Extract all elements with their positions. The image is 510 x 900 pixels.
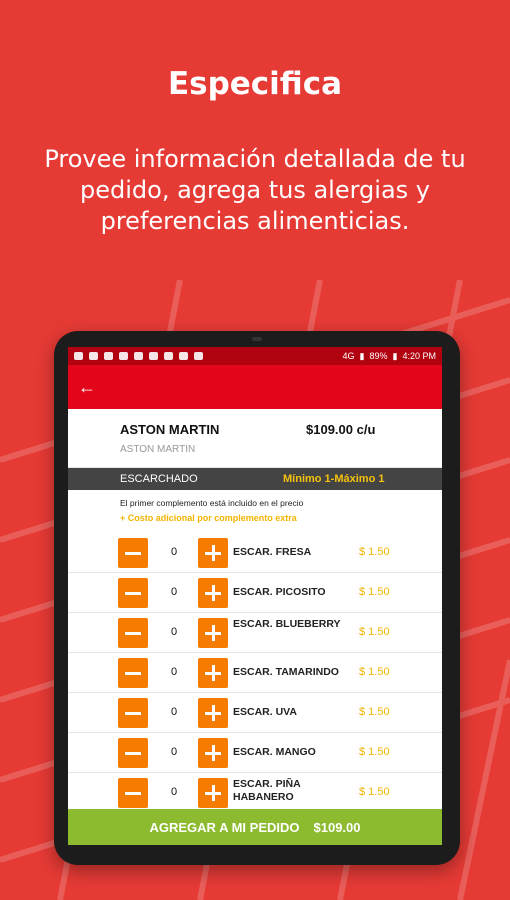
section-limits: Mínimo 1-Máximo 1 xyxy=(283,473,385,485)
item-price: $ 1.50 xyxy=(359,786,390,798)
notification-icon xyxy=(104,352,113,360)
add-to-order-label: AGREGAR A MI PEDIDO xyxy=(149,819,300,835)
increase-button[interactable] xyxy=(198,778,228,808)
item-name: ESCAR. BLUEBERRY xyxy=(233,618,341,630)
battery-icon: ▮ xyxy=(392,350,398,361)
plus-icon-vertical xyxy=(211,665,215,681)
minus-icon xyxy=(125,591,141,595)
decrease-button[interactable] xyxy=(118,538,148,568)
item-price: $ 1.50 xyxy=(359,746,390,758)
increase-button[interactable] xyxy=(198,698,228,728)
plus-icon-vertical xyxy=(211,585,215,601)
item-price: $ 1.50 xyxy=(359,546,390,558)
minus-icon xyxy=(125,551,141,555)
item-name: ESCAR. PIÑA HABANERO xyxy=(233,778,301,803)
plus-icon-vertical xyxy=(211,625,215,641)
extra-cost-note: + Costo adicional por complemento extra xyxy=(120,513,297,523)
notification-icons xyxy=(74,352,343,360)
list-item: 0 ESCAR. MANGO $ 1.50 xyxy=(68,733,442,773)
item-price: $ 1.50 xyxy=(359,706,390,718)
section-title: ESCARCHADO xyxy=(120,473,198,485)
increase-button[interactable] xyxy=(198,738,228,768)
app-bar: ← xyxy=(68,365,442,409)
increase-button[interactable] xyxy=(198,618,228,648)
item-quantity: 0 xyxy=(170,706,178,718)
notification-icon xyxy=(134,352,143,360)
decrease-button[interactable] xyxy=(118,738,148,768)
minus-icon xyxy=(125,671,141,675)
item-quantity: 0 xyxy=(170,626,178,638)
increase-button[interactable] xyxy=(198,538,228,568)
list-item: 0 ESCAR. PICOSITO $ 1.50 xyxy=(68,573,442,613)
back-arrow-icon[interactable]: ← xyxy=(78,377,96,398)
included-note: El primer complemento está incluido en e… xyxy=(120,498,304,508)
decrease-button[interactable] xyxy=(118,778,148,808)
minus-icon xyxy=(125,791,141,795)
plus-icon-vertical xyxy=(211,705,215,721)
notification-icon xyxy=(74,352,83,360)
tablet-frame: 4G ▮ 89% ▮ 4:20 PM ← ASTON MARTIN ASTON … xyxy=(54,331,460,865)
status-right: 4G ▮ 89% ▮ 4:20 PM xyxy=(343,351,436,362)
plus-icon-vertical xyxy=(211,785,215,801)
item-name: ESCAR. PICOSITO xyxy=(233,586,326,598)
decrease-button[interactable] xyxy=(118,578,148,608)
plus-icon-vertical xyxy=(211,545,215,561)
notification-icon xyxy=(89,352,98,360)
vibrate-icon xyxy=(194,352,203,360)
list-item: 0 ESCAR. UVA $ 1.50 xyxy=(68,693,442,733)
list-item: 0 ESCAR. TAMARINDO $ 1.50 xyxy=(68,653,442,693)
network-label: 4G xyxy=(342,351,355,361)
list-item: 0 ESCAR. BLUEBERRY $ 1.50 xyxy=(68,613,442,653)
headline: Especifica xyxy=(167,66,343,102)
battery-label: 89% xyxy=(369,351,388,361)
increase-button[interactable] xyxy=(198,578,228,608)
decrease-button[interactable] xyxy=(118,658,148,688)
plus-icon-vertical xyxy=(211,745,215,761)
notification-icon xyxy=(119,352,128,360)
decrease-button[interactable] xyxy=(118,618,148,648)
item-name: ESCAR. MANGO xyxy=(233,746,316,758)
minus-icon xyxy=(125,751,141,755)
product-price: $109.00 c/u xyxy=(306,422,376,437)
signal-icon: ▮ xyxy=(359,350,365,361)
notification-icon xyxy=(149,352,158,360)
item-name: ESCAR. TAMARINDO xyxy=(233,666,339,678)
decrease-button[interactable] xyxy=(118,698,148,728)
subtitle: Provee información detallada de tu pedid… xyxy=(44,145,466,235)
item-price: $ 1.50 xyxy=(359,586,390,598)
item-name: ESCAR. FRESA xyxy=(233,546,312,558)
item-price: $ 1.50 xyxy=(359,626,390,638)
item-price: $ 1.50 xyxy=(359,666,390,678)
product-subname: ASTON MARTIN xyxy=(120,444,196,455)
clock: 4:20 PM xyxy=(402,351,436,361)
minus-icon xyxy=(125,631,141,635)
section-header: ESCARCHADO Mínimo 1-Máximo 1 xyxy=(68,468,442,490)
item-quantity: 0 xyxy=(170,666,178,678)
product-header: ASTON MARTIN ASTON MARTIN $109.00 c/u xyxy=(68,409,442,468)
item-quantity: 0 xyxy=(170,746,178,758)
item-quantity: 0 xyxy=(170,586,178,598)
increase-button[interactable] xyxy=(198,658,228,688)
order-total: $109.00 xyxy=(313,819,361,835)
product-name: ASTON MARTIN xyxy=(120,422,220,437)
list-item: 0 ESCAR. PIÑA HABANERO $ 1.50 xyxy=(68,773,442,813)
bluetooth-icon xyxy=(179,352,188,360)
item-name: ESCAR. UVA xyxy=(233,706,297,718)
status-bar: 4G ▮ 89% ▮ 4:20 PM xyxy=(68,347,442,365)
notification-icon xyxy=(164,352,173,360)
add-to-order-button[interactable]: AGREGAR A MI PEDIDO $109.00 xyxy=(68,809,442,845)
item-quantity: 0 xyxy=(170,546,178,558)
app-screen: 4G ▮ 89% ▮ 4:20 PM ← ASTON MARTIN ASTON … xyxy=(68,347,442,845)
complement-list: 0 ESCAR. FRESA $ 1.50 0 ESCAR. PICOSITO $ 1.5… xyxy=(68,533,442,813)
item-quantity: 0 xyxy=(170,786,178,798)
minus-icon xyxy=(125,711,141,715)
list-item: 0 ESCAR. FRESA $ 1.50 xyxy=(68,533,442,573)
tablet-camera xyxy=(252,337,262,341)
